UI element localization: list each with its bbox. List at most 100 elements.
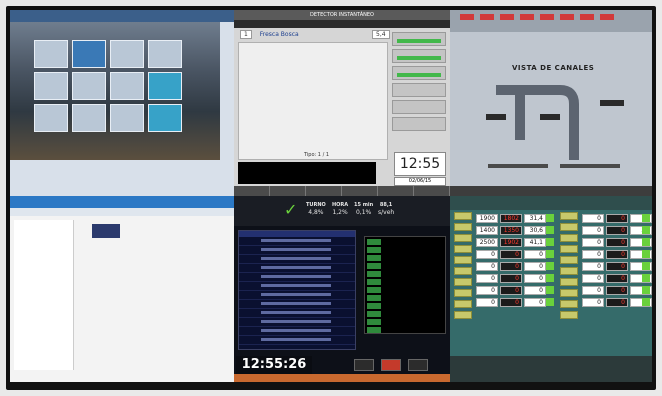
lane-button[interactable] bbox=[454, 300, 472, 308]
lane-button[interactable] bbox=[454, 267, 472, 275]
list-item[interactable] bbox=[239, 302, 355, 309]
lane-buttons bbox=[560, 212, 578, 322]
list-item[interactable] bbox=[239, 275, 355, 282]
status-indicator bbox=[642, 298, 650, 306]
app-tile[interactable] bbox=[34, 72, 68, 100]
lane-button[interactable] bbox=[560, 234, 578, 242]
check-icon: ✓ bbox=[284, 200, 298, 219]
turno-pane: ✓ TURNO 4,8% HORA 1,2% 15 min 0,1% 88,1 … bbox=[234, 196, 450, 382]
browser-titlebar bbox=[10, 196, 234, 208]
lane-button[interactable] bbox=[560, 267, 578, 275]
lane-button[interactable] bbox=[454, 245, 472, 253]
lane-button[interactable] bbox=[454, 311, 472, 319]
list-item[interactable] bbox=[239, 284, 355, 291]
monitoring-desktop-pane bbox=[10, 10, 234, 196]
toolbar-button[interactable] bbox=[306, 186, 342, 196]
action-button[interactable] bbox=[354, 359, 374, 371]
stat-speed: 88,1 s/veh bbox=[378, 202, 394, 216]
app-tile[interactable] bbox=[110, 104, 144, 132]
lane-button[interactable] bbox=[560, 212, 578, 220]
stat-label: TURNO bbox=[306, 202, 326, 208]
action-button[interactable] bbox=[381, 359, 402, 371]
browser-tabstrip bbox=[10, 208, 234, 216]
lane-button[interactable] bbox=[560, 300, 578, 308]
grid-cell: 0 bbox=[582, 250, 604, 259]
lane-button[interactable] bbox=[560, 311, 578, 319]
grid-cell: 41,1 bbox=[524, 238, 546, 247]
list-item[interactable] bbox=[239, 338, 355, 345]
toolbar-button[interactable] bbox=[378, 186, 414, 196]
toolbar-button[interactable] bbox=[234, 186, 270, 196]
app-tile[interactable] bbox=[34, 40, 68, 68]
grid-cell: 0 bbox=[524, 286, 546, 295]
lane-button[interactable] bbox=[454, 212, 472, 220]
lane-buttons bbox=[454, 212, 472, 322]
detector-canvas bbox=[238, 42, 388, 160]
status-cell bbox=[367, 279, 381, 285]
status-indicator bbox=[546, 226, 554, 234]
status-cell bbox=[367, 271, 381, 277]
action-button[interactable] bbox=[408, 359, 429, 371]
lane-button[interactable] bbox=[560, 223, 578, 231]
app-tile[interactable] bbox=[34, 104, 68, 132]
list-item[interactable] bbox=[239, 329, 355, 336]
turno-clock: 12:55:26 bbox=[236, 356, 312, 374]
app-tile[interactable] bbox=[72, 104, 106, 132]
app-tile[interactable] bbox=[110, 40, 144, 68]
detector-caption: Tipo: 1 / 1 bbox=[304, 152, 330, 158]
grid-cell: 0 bbox=[524, 262, 546, 271]
toolbar-button[interactable] bbox=[270, 186, 306, 196]
grid-cell: 0 bbox=[524, 250, 546, 259]
status-cell bbox=[367, 247, 381, 253]
app-tile[interactable] bbox=[148, 40, 182, 68]
status-cell bbox=[367, 255, 381, 261]
grid-cell: 0 bbox=[606, 250, 628, 259]
status-indicator bbox=[642, 226, 650, 234]
status-indicator bbox=[642, 262, 650, 270]
grid-footer bbox=[450, 356, 652, 382]
lane-button[interactable] bbox=[560, 245, 578, 253]
lane-button[interactable] bbox=[560, 256, 578, 264]
status-block bbox=[392, 83, 446, 97]
lane-button[interactable] bbox=[560, 278, 578, 286]
list-item[interactable] bbox=[239, 248, 355, 255]
grid-header bbox=[450, 196, 652, 210]
lane-button[interactable] bbox=[454, 289, 472, 297]
app-tile[interactable] bbox=[110, 72, 144, 100]
status-block bbox=[392, 49, 446, 63]
status-indicator bbox=[546, 274, 554, 282]
list-item[interactable] bbox=[239, 311, 355, 318]
list-item[interactable] bbox=[239, 320, 355, 327]
status-cell bbox=[367, 311, 381, 317]
status-block bbox=[392, 32, 446, 46]
browser-thumbnail[interactable] bbox=[92, 224, 120, 238]
list-item[interactable] bbox=[239, 239, 355, 246]
status-indicator bbox=[546, 262, 554, 270]
list-item[interactable] bbox=[239, 293, 355, 300]
lane-button[interactable] bbox=[454, 256, 472, 264]
toolbar-button[interactable] bbox=[414, 186, 450, 196]
alarm-cell bbox=[580, 14, 594, 20]
lane-button[interactable] bbox=[454, 223, 472, 231]
vehicle-profile-list bbox=[238, 230, 356, 350]
detector-trace bbox=[238, 162, 376, 184]
grid-cell: 0 bbox=[606, 286, 628, 295]
turno-footer bbox=[234, 374, 450, 382]
lane-button[interactable] bbox=[454, 278, 472, 286]
app-tile[interactable] bbox=[148, 72, 182, 100]
status-cell bbox=[367, 319, 381, 325]
lane-button[interactable] bbox=[560, 289, 578, 297]
app-tile[interactable] bbox=[72, 40, 106, 68]
toolbar-button[interactable] bbox=[342, 186, 378, 196]
grid-cell: 0 bbox=[606, 298, 628, 307]
status-indicator bbox=[546, 250, 554, 258]
list-item[interactable] bbox=[239, 257, 355, 264]
list-header bbox=[239, 231, 355, 237]
app-tile[interactable] bbox=[72, 72, 106, 100]
stat-label: HORA bbox=[332, 202, 349, 208]
app-tile[interactable] bbox=[148, 104, 182, 132]
list-item[interactable] bbox=[239, 266, 355, 273]
lane-button[interactable] bbox=[454, 234, 472, 242]
grid-cell: 0 bbox=[500, 298, 522, 307]
stat-turno: TURNO 4,8% bbox=[306, 202, 326, 216]
